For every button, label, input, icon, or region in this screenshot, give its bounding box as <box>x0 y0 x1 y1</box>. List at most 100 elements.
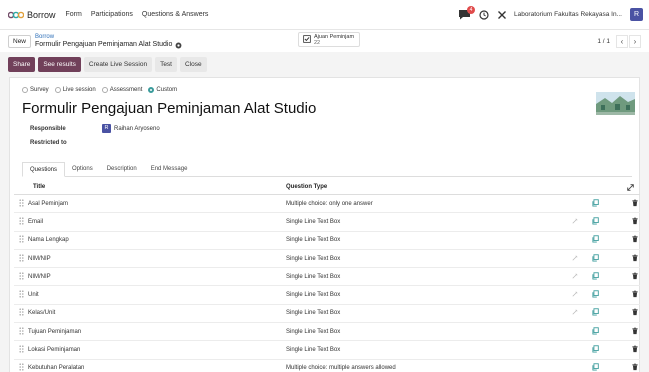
gear-icon[interactable] <box>175 42 182 49</box>
question-type[interactable]: Multiple choice: only one answer <box>286 201 373 207</box>
copy-icon[interactable] <box>592 327 599 337</box>
table-row[interactable]: Kebutuhan Peralatan Multiple choice: mult… <box>14 360 640 372</box>
table-row[interactable]: NIM/NIP Single Line Text Box <box>14 250 640 269</box>
company-switcher[interactable]: Laboratorium Fakultas Rekayasa In... <box>514 11 622 18</box>
pager-value[interactable]: 1 / 1 <box>597 38 610 45</box>
clock-icon[interactable] <box>478 9 490 21</box>
copy-icon[interactable] <box>592 217 599 227</box>
trash-icon[interactable] <box>632 327 638 336</box>
question-title[interactable]: Unit <box>28 292 39 298</box>
question-type[interactable]: Single Line Text Box <box>286 219 340 225</box>
question-title[interactable]: Email <box>28 219 43 225</box>
chat-icon[interactable]: 4 <box>458 5 475 21</box>
trash-icon[interactable] <box>632 363 638 372</box>
radio-survey[interactable]: Survey <box>22 87 49 93</box>
menu-questions-answers[interactable]: Questions & Answers <box>142 11 209 18</box>
radio-live-session-dot[interactable] <box>54 87 61 93</box>
pager-previous-icon[interactable]: ‹ <box>616 34 628 48</box>
trash-icon[interactable] <box>632 290 638 300</box>
question-type[interactable]: Single Line Text Box <box>286 292 340 298</box>
trash-icon[interactable] <box>632 254 638 263</box>
drag-handle-icon[interactable] <box>19 290 24 300</box>
question-type[interactable]: Single Line Text Box <box>286 329 340 335</box>
radio-assessment-dot[interactable] <box>101 87 108 93</box>
question-type[interactable]: Multiple choice: multiple answers allowe… <box>286 365 396 371</box>
question-title[interactable]: NIM/NIP <box>28 256 51 262</box>
close-button[interactable]: Close <box>179 57 207 72</box>
trash-icon[interactable] <box>632 272 638 281</box>
trash-icon[interactable] <box>632 235 638 245</box>
copy-icon[interactable] <box>592 198 599 209</box>
menu-participations[interactable]: Participations <box>91 11 133 18</box>
question-title[interactable]: Lokasi Peminjaman <box>28 347 80 353</box>
question-type[interactable]: Single Line Text Box <box>286 274 340 280</box>
tab-questions[interactable]: Questions <box>22 162 66 177</box>
see-results-button[interactable]: See results <box>38 57 81 72</box>
drag-handle-icon[interactable] <box>19 217 24 227</box>
table-row[interactable]: Unit Single Line Text Box <box>14 286 640 305</box>
drag-handle-icon[interactable] <box>19 199 24 209</box>
drag-handle-icon[interactable] <box>19 327 24 337</box>
question-type[interactable]: Single Line Text Box <box>286 237 340 243</box>
question-title[interactable]: NIM/NIP <box>28 274 51 280</box>
apps-menu-icon[interactable] <box>8 8 24 22</box>
copy-icon[interactable] <box>592 363 599 372</box>
smart-button-ajuan[interactable]: Ajuan Peminjam 22 <box>298 32 360 47</box>
table-row[interactable]: Kelas/Unit Single Line Text Box <box>14 305 640 324</box>
create-live-session-button[interactable]: Create Live Session <box>83 57 153 72</box>
user-avatar[interactable]: R <box>630 8 643 21</box>
radio-assessment[interactable]: Assessment <box>101 87 142 93</box>
share-button[interactable]: Share <box>8 57 36 72</box>
breadcrumb-parent[interactable]: Borrow <box>35 33 182 41</box>
pager-next-icon[interactable]: › <box>629 34 641 48</box>
tab-end-message[interactable]: End Message <box>144 162 195 176</box>
trash-icon[interactable] <box>632 309 638 318</box>
copy-icon[interactable] <box>592 345 599 355</box>
question-title[interactable]: Kebutuhan Peralatan <box>28 365 84 371</box>
drag-handle-icon[interactable] <box>19 272 24 282</box>
question-type[interactable]: Single Line Text Box <box>286 310 340 316</box>
table-row[interactable]: Tujuan Peminjaman Single Line Text Box <box>14 323 640 342</box>
trash-icon[interactable] <box>632 345 638 355</box>
question-title[interactable]: Nama Lengkap <box>28 237 69 243</box>
drag-handle-icon[interactable] <box>19 235 24 245</box>
radio-custom-dot[interactable] <box>148 87 155 93</box>
table-row[interactable]: Nama Lengkap Single Line Text Box <box>14 232 640 250</box>
drag-handle-icon[interactable] <box>19 363 24 372</box>
app-name[interactable]: Borrow <box>27 10 56 20</box>
tools-icon[interactable] <box>496 9 508 21</box>
question-type[interactable]: Single Line Text Box <box>286 256 340 262</box>
radio-survey-dot[interactable] <box>22 87 28 93</box>
table-row[interactable]: Email Single Line Text Box <box>14 213 640 232</box>
question-title[interactable]: Asal Peminjam <box>28 201 68 207</box>
test-button[interactable]: Test <box>155 57 177 72</box>
expand-icon[interactable] <box>627 184 634 193</box>
trash-icon[interactable] <box>632 217 638 226</box>
column-question-type[interactable]: Question Type <box>286 184 327 190</box>
column-title[interactable]: Title <box>33 184 45 190</box>
question-title[interactable]: Kelas/Unit <box>28 310 55 316</box>
responsible-value[interactable]: Raihan Aryoseno <box>114 126 160 132</box>
copy-icon[interactable] <box>592 235 599 245</box>
question-title[interactable]: Tujuan Peminjaman <box>28 329 81 335</box>
new-button[interactable]: New <box>8 34 32 48</box>
radio-live-session[interactable]: Live session <box>54 87 96 93</box>
table-row[interactable]: Asal Peminjam Multiple choice: only one a… <box>14 195 640 214</box>
table-row[interactable]: NIM/NIP Single Line Text Box <box>14 268 640 287</box>
copy-icon[interactable] <box>592 272 599 282</box>
menu-form[interactable]: Form <box>66 11 82 18</box>
tab-options[interactable]: Options <box>65 162 100 176</box>
drag-handle-icon[interactable] <box>19 345 24 355</box>
drag-handle-icon[interactable] <box>19 253 24 264</box>
trash-icon[interactable] <box>632 199 638 208</box>
tab-description[interactable]: Description <box>100 162 144 176</box>
question-type[interactable]: Single Line Text Box <box>286 347 340 353</box>
copy-icon[interactable] <box>592 290 599 300</box>
cover-image[interactable] <box>595 86 636 125</box>
copy-icon[interactable] <box>592 253 599 264</box>
drag-handle-icon[interactable] <box>19 308 24 318</box>
table-row[interactable]: Lokasi Peminjaman Single Line Text Box <box>14 341 640 360</box>
copy-icon[interactable] <box>592 308 599 318</box>
form-title[interactable]: Formulir Pengajuan Peminjaman Alat Studi… <box>22 100 316 117</box>
radio-custom[interactable]: Custom <box>148 87 177 93</box>
